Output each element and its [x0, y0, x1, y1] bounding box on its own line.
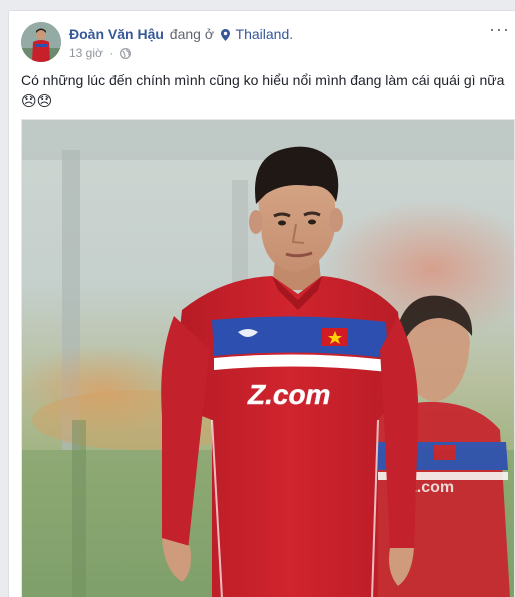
post-message-text: Có những lúc đến chính mình cũng ko hiểu… [21, 72, 505, 88]
post-photo[interactable]: Z.com Z.com [21, 119, 515, 597]
post-meta: 13 giờ · [69, 45, 131, 63]
post-timestamp[interactable]: 13 giờ [69, 46, 103, 60]
post-card: Đoàn Văn Hậu đang ở Thailand. 13 giờ · ·… [8, 10, 515, 597]
avatar-image [21, 22, 61, 62]
post-header: Đoàn Văn Hậu đang ở Thailand. [69, 25, 293, 45]
globe-icon[interactable] [119, 47, 131, 63]
player-photo: Z.com Z.com [22, 120, 514, 597]
location-verb: đang ở [169, 26, 215, 42]
more-options-button[interactable]: ··· [489, 20, 510, 38]
meta-separator: · [109, 46, 114, 60]
pin-icon [220, 27, 230, 45]
author-avatar[interactable] [21, 22, 61, 62]
post-emoji: 😞😞 [21, 93, 53, 110]
jersey-sponsor: Z.com [247, 379, 330, 410]
location-link[interactable]: Thailand. [236, 26, 294, 42]
author-name[interactable]: Đoàn Văn Hậu [69, 26, 164, 42]
post-message: Có những lúc đến chính mình cũng ko hiểu… [21, 69, 511, 113]
